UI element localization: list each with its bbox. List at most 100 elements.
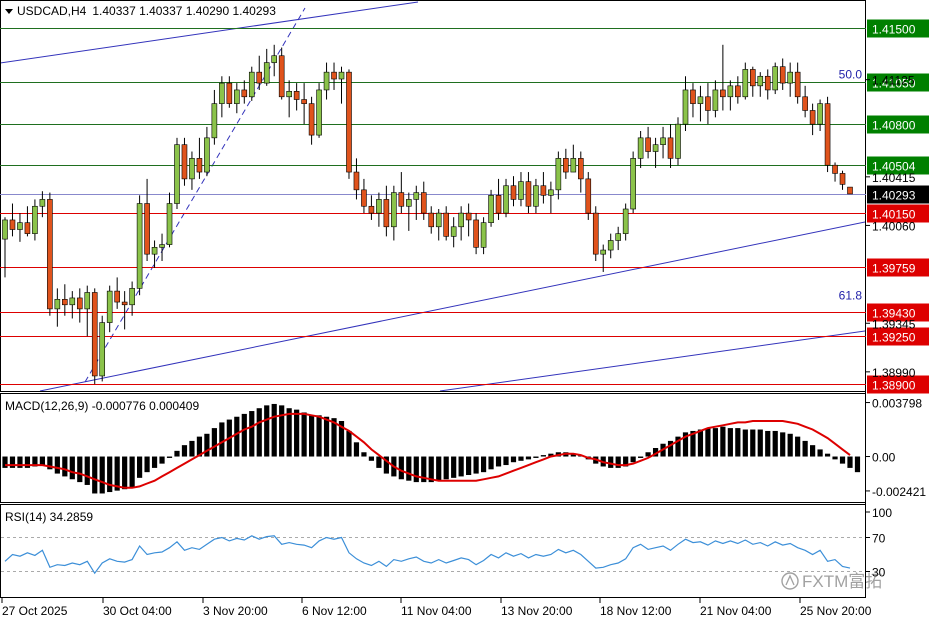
macd-bar [742, 429, 748, 457]
macd-bar [137, 456, 143, 478]
candle [630, 151, 636, 214]
macd-bar [271, 403, 277, 457]
macd-bar [510, 456, 517, 463]
macd-bar [765, 430, 771, 457]
candle [346, 69, 352, 179]
macd-bar [406, 456, 412, 481]
macd-bar [518, 456, 524, 461]
macd-bar [62, 456, 68, 477]
time-tick-label: 21 Nov 04:00 [700, 604, 772, 618]
macd-bar [308, 415, 315, 457]
macd-bar [234, 416, 240, 457]
macd-bar [24, 456, 31, 468]
macd-bar [256, 408, 262, 457]
macd-bar [286, 408, 292, 457]
macd-bar [204, 433, 210, 457]
macd-bar [413, 456, 419, 483]
macd-bar [847, 456, 853, 468]
macd-bar [211, 428, 217, 457]
macd-bar [697, 429, 704, 457]
candle [824, 96, 831, 173]
rsi-tick-label: 70 [872, 532, 886, 546]
level-value: 1.40800 [872, 119, 916, 133]
macd-bar [854, 456, 861, 473]
macd-bar [488, 456, 494, 470]
macd-bar [17, 456, 23, 468]
price-tick-label: 1.40060 [872, 219, 916, 233]
time-tick-label: 6 Nov 12:00 [302, 604, 367, 618]
macd-bar [9, 456, 16, 468]
time-tick-label: 25 Nov 20:00 [800, 604, 872, 618]
time-tick-label: 30 Oct 04:00 [103, 604, 172, 618]
macd-bar [638, 456, 644, 458]
macd-bar [323, 416, 330, 457]
macd-bar [630, 456, 636, 463]
macd-bar [824, 453, 831, 457]
time-tick-label: 11 Nov 04:00 [401, 604, 472, 618]
macd-bar [241, 413, 247, 457]
fib-level-label: 61.8 [839, 288, 863, 302]
macd-bar [787, 433, 793, 457]
macd-bar [159, 456, 165, 464]
candle [585, 172, 592, 220]
macd-bar [810, 445, 816, 457]
macd-bar [376, 456, 382, 468]
macd-bar [772, 430, 778, 457]
level-value: 1.38900 [872, 379, 916, 393]
macd-bar [129, 456, 135, 488]
macd-bar [802, 440, 808, 457]
price-header: USDCAD,H4 1.40337 1.40337 1.40290 1.40293 [17, 4, 276, 18]
candle [91, 288, 98, 385]
macd-bar [735, 428, 741, 457]
macd-bar [249, 411, 255, 457]
macd-bar [361, 452, 367, 457]
macd-bar [398, 456, 404, 480]
macd-bar [346, 430, 352, 457]
level-label: 1.41500 [867, 19, 929, 38]
macd-bar [151, 456, 158, 468]
macd-bar [39, 456, 45, 466]
macd-bar [757, 429, 763, 457]
price-tick-label: 1.40415 [872, 171, 916, 185]
candle [181, 137, 188, 186]
candle [174, 137, 180, 209]
macd-bar [294, 409, 300, 457]
macd-bar [727, 428, 733, 457]
macd-bar [99, 456, 105, 494]
macd-bar [443, 456, 449, 480]
macd-label: MACD(12,26,9) -0.000776 0.000409 [5, 399, 199, 413]
macd-bar [368, 456, 375, 461]
candle [847, 186, 853, 195]
level-value: 1.39759 [872, 262, 916, 276]
candle [488, 189, 494, 227]
level-value: 1.39250 [872, 331, 916, 345]
macd-bar [615, 456, 621, 468]
macd-bar [301, 412, 307, 457]
macd-bar [264, 405, 270, 457]
macd-bar [503, 456, 509, 466]
macd-bar [473, 456, 479, 474]
macd-bar [780, 432, 786, 457]
macd-bar [316, 415, 322, 457]
candle [47, 192, 53, 316]
macd-bar [77, 456, 83, 483]
rsi-label: RSI(14) 34.2859 [5, 510, 93, 524]
watermark-text: FXTM富拓 [802, 572, 882, 591]
macd-bar [540, 455, 547, 457]
macd-bar [166, 456, 173, 458]
chart: 1.415001.410501.408001.405041.401501.397… [0, 0, 936, 624]
macd-bar [750, 429, 756, 457]
macd-bar [495, 456, 502, 467]
macd-bar [525, 456, 532, 460]
level-label: 1.39759 [867, 258, 929, 277]
macd-bar [122, 456, 128, 490]
macd-bar [54, 456, 60, 474]
macd-bar [466, 456, 472, 475]
macd-bar [705, 428, 711, 457]
macd-bar [353, 442, 360, 457]
current-price-label: 1.40293 [867, 185, 929, 204]
macd-tick-label: -0.002421 [872, 485, 926, 499]
macd-bar [720, 426, 726, 457]
price-tick-label: 1.39345 [872, 317, 916, 331]
macd-bar [219, 422, 225, 457]
